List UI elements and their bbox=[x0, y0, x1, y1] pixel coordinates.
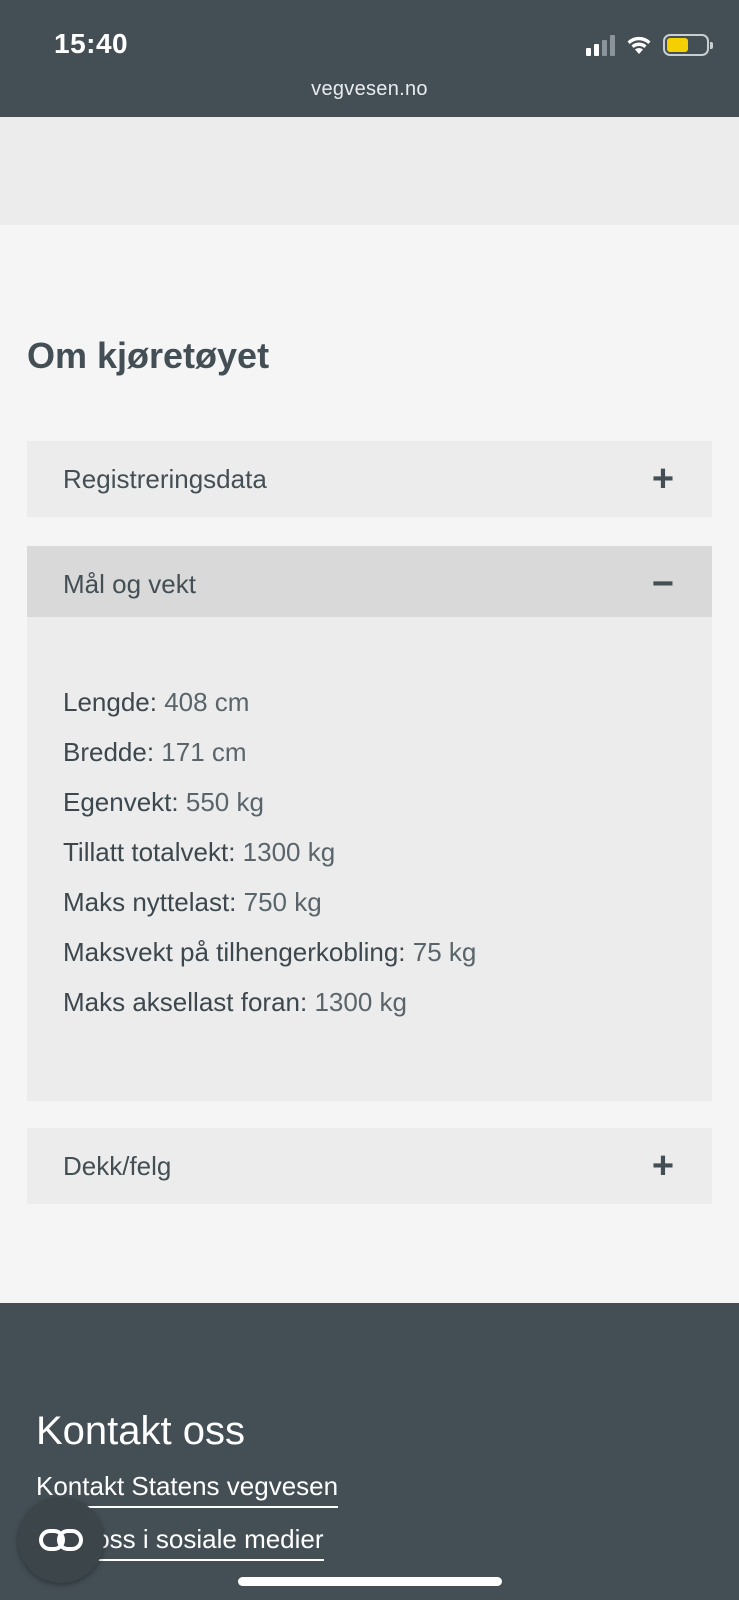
plus-icon: + bbox=[651, 1145, 675, 1187]
measurement-key: Maksvekt på tilhengerkobling: bbox=[63, 937, 406, 967]
measurement-value: 1300 kg bbox=[307, 987, 407, 1017]
measurement-value: 1300 kg bbox=[235, 837, 336, 867]
minus-icon: − bbox=[651, 563, 675, 605]
measurement-row: Tillatt totalvekt: 1300 kg bbox=[63, 827, 676, 877]
footer: Kontakt oss Kontakt Statens vegvesen Føl… bbox=[0, 1303, 739, 1600]
page: 15:40 vegvesen.no Om kjøretøyet Registre… bbox=[0, 0, 739, 1600]
measurement-row: Maks aksellast foran: 1300 kg bbox=[63, 977, 676, 1027]
measurement-value: 550 kg bbox=[178, 787, 264, 817]
measurement-value: 750 kg bbox=[236, 887, 322, 917]
accordion-label: Dekk/felg bbox=[63, 1150, 172, 1181]
accordion-panel-mal-og-vekt: Lengde: 408 cm Bredde: 171 cm Egenvekt: … bbox=[27, 617, 712, 1101]
status-bar: 15:40 vegvesen.no bbox=[0, 0, 739, 117]
top-banner bbox=[0, 117, 739, 225]
footer-title: Kontakt oss bbox=[36, 1409, 246, 1453]
plus-icon: + bbox=[651, 458, 675, 500]
address-bar-url[interactable]: vegvesen.no bbox=[0, 78, 739, 101]
accordion-mal-og-vekt[interactable]: Mål og vekt − bbox=[27, 546, 712, 622]
status-time: 15:40 bbox=[54, 28, 129, 59]
wifi-icon bbox=[627, 36, 651, 54]
signal-icon bbox=[586, 34, 615, 56]
accordion-dekk-felg[interactable]: Dekk/felg + bbox=[27, 1128, 712, 1204]
battery-icon bbox=[663, 34, 713, 56]
measurement-value: 171 cm bbox=[154, 737, 247, 767]
measurement-value: 408 cm bbox=[156, 687, 250, 717]
measurement-key: Lengde: bbox=[63, 687, 157, 717]
measurement-key: Maks nyttelast: bbox=[63, 887, 237, 917]
measurement-row: Lengde: 408 cm bbox=[63, 677, 676, 727]
measurement-key: Bredde: bbox=[63, 737, 155, 767]
measurement-row: Bredde: 171 cm bbox=[63, 727, 676, 777]
measurement-row: Egenvekt: 550 kg bbox=[63, 777, 676, 827]
accordion-label: Mål og vekt bbox=[63, 568, 196, 599]
measurement-row: Maksvekt på tilhengerkobling: 75 kg bbox=[63, 927, 676, 977]
measurement-key: Maks aksellast foran: bbox=[63, 987, 308, 1017]
section-title: Om kjøretøyet bbox=[27, 335, 270, 376]
battery-fill bbox=[667, 38, 688, 52]
home-indicator bbox=[238, 1577, 502, 1586]
measurement-value: 75 kg bbox=[405, 937, 477, 967]
accordion-label: Registreringsdata bbox=[63, 463, 267, 494]
accordion-registreringsdata[interactable]: Registreringsdata + bbox=[27, 441, 712, 517]
measurement-key: Tillatt totalvekt: bbox=[63, 837, 236, 867]
link-icon bbox=[39, 1529, 83, 1551]
measurement-key: Egenvekt: bbox=[63, 787, 179, 817]
measurement-row: Maks nyttelast: 750 kg bbox=[63, 877, 676, 927]
status-icons bbox=[586, 32, 713, 58]
link-button[interactable] bbox=[18, 1497, 104, 1583]
